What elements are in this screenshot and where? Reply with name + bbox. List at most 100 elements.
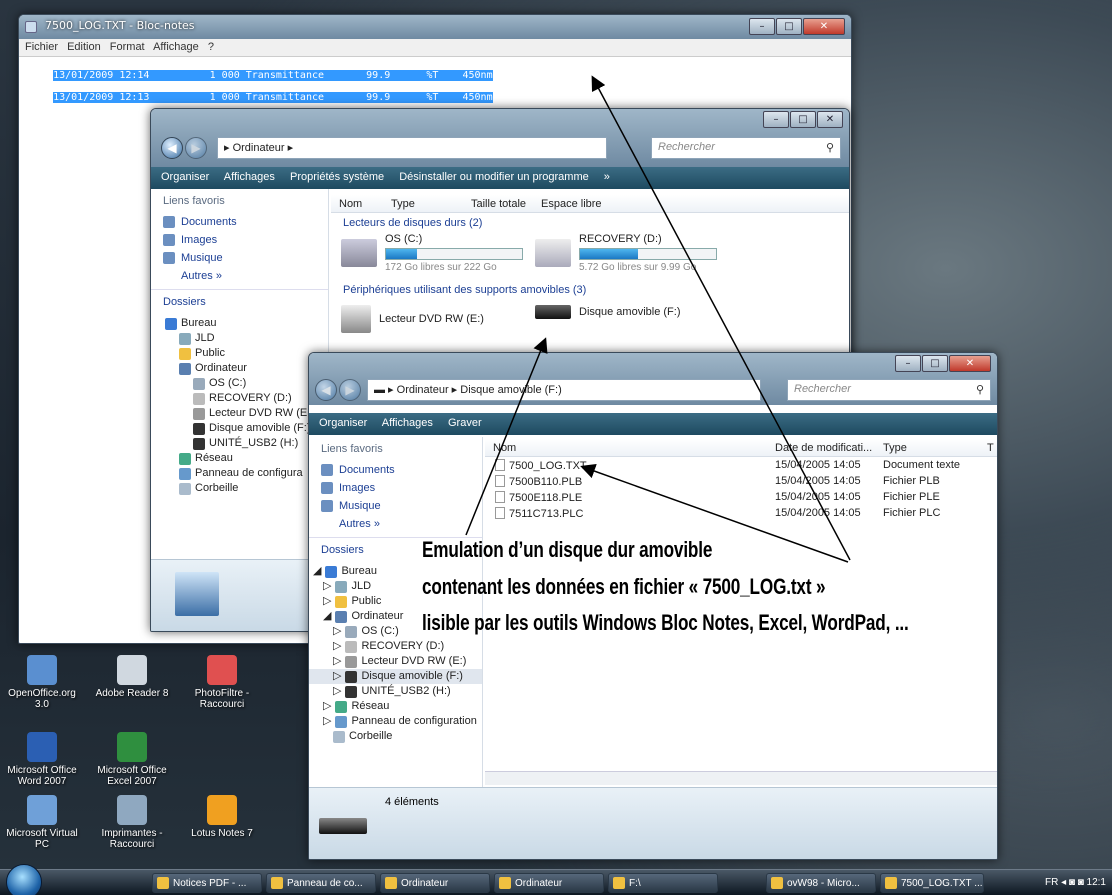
more-favorites[interactable]: Autres » (151, 267, 328, 285)
fav-musique[interactable]: Musique (309, 497, 482, 515)
group-removable[interactable]: Périphériques utilisant des supports amo… (343, 284, 586, 296)
tree-public[interactable]: Public (151, 346, 328, 361)
tree-bureau[interactable]: Bureau (151, 316, 328, 331)
fav-documents[interactable]: Documents (309, 461, 482, 479)
tree-corbeille[interactable]: Corbeille (151, 481, 328, 496)
affichages-button[interactable]: Affichages (224, 171, 275, 183)
search-input[interactable]: Rechercher ⚲ (787, 379, 991, 401)
taskbar-button[interactable]: Panneau de co... (266, 873, 376, 893)
desktop-icon-photofiltre[interactable]: PhotoFiltre - Raccourci (180, 655, 264, 710)
tree-ordinateur[interactable]: Ordinateur (151, 361, 328, 376)
start-button[interactable] (6, 864, 42, 895)
minimize-button[interactable]: – (763, 111, 789, 128)
tree-recovery-d[interactable]: ▷ RECOVERY (D:) (309, 639, 482, 654)
tree-dvd-e[interactable]: ▷ Lecteur DVD RW (E:) (309, 654, 482, 669)
address-bar[interactable]: ▸ Ordinateur ▸ (217, 137, 607, 159)
taskbar-button[interactable]: 7500_LOG.TXT ... (880, 873, 984, 893)
tree-panneau[interactable]: ▷ Panneau de configuration (309, 714, 482, 729)
taskbar-button[interactable]: Ordinateur (380, 873, 490, 893)
close-button[interactable]: ✕ (949, 355, 991, 372)
minimize-button[interactable]: – (749, 18, 775, 35)
language-indicator[interactable]: FR (1045, 877, 1058, 888)
tree-removable-f[interactable]: Disque amovible (F:) (151, 421, 328, 436)
tree-panneau[interactable]: Panneau de configura (151, 466, 328, 481)
tree-jld[interactable]: JLD (151, 331, 328, 346)
file-row[interactable]: 7500E118.PLE 15/04/2005 14:05 Fichier PL… (485, 491, 997, 507)
graver-button[interactable]: Graver (448, 417, 482, 429)
desinstaller-button[interactable]: Désinstaller ou modifier un programme (399, 171, 589, 183)
back-button[interactable]: ◀ (315, 379, 337, 401)
organiser-button[interactable]: Organiser (161, 171, 209, 183)
menu-fichier[interactable]: Fichier (25, 41, 58, 53)
group-hdd[interactable]: Lecteurs de disques durs (2) (343, 217, 482, 229)
tree-recovery-d[interactable]: RECOVERY (D:) (151, 391, 328, 406)
desktop-icon-adobe-reader[interactable]: Adobe Reader 8 (90, 655, 174, 699)
col-taille[interactable]: Taille totale (471, 198, 526, 210)
desktop-icon-excel[interactable]: Microsoft Office Excel 2007 (90, 732, 174, 787)
desktop-icon-virtual-pc[interactable]: Microsoft Virtual PC (0, 795, 84, 850)
drive-c[interactable]: OS (C:) 172 Go libres sur 222 Go (341, 233, 523, 273)
col-date[interactable]: Date de modificati... (775, 442, 872, 454)
notepad-titlebar[interactable]: 7500_LOG.TXT - Bloc-notes – □ ✕ (19, 15, 851, 39)
desktop-icon-word[interactable]: Microsoft Office Word 2007 (0, 732, 84, 787)
forward-button[interactable]: ▶ (185, 137, 207, 159)
proprietes-systeme-button[interactable]: Propriétés système (290, 171, 384, 183)
tree-usb2-h[interactable]: ▷ UNITÉ_USB2 (H:) (309, 684, 482, 699)
menu-format[interactable]: Format (110, 41, 145, 53)
tree-reseau[interactable]: ▷ Réseau (309, 699, 482, 714)
desktop-icon-lotus-notes[interactable]: Lotus Notes 7 (180, 795, 264, 839)
fav-images[interactable]: Images (151, 231, 328, 249)
control-panel-icon (179, 467, 191, 480)
fav-documents[interactable]: Documents (151, 213, 328, 231)
address-bar[interactable]: ▬ ▸ Ordinateur ▸ Disque amovible (F:) (367, 379, 761, 401)
desktop-icon-printers[interactable]: Imprimantes - Raccourci (90, 795, 174, 850)
taskbar-button[interactable]: ovW98 - Micro... (766, 873, 876, 893)
tree-corbeille[interactable]: Corbeille (309, 729, 482, 744)
minimize-button[interactable]: – (895, 355, 921, 372)
maximize-button[interactable]: □ (776, 18, 802, 35)
back-button[interactable]: ◀ (161, 137, 183, 159)
file-row[interactable]: 7500_LOG.TXT 15/04/2005 14:05 Document t… (485, 459, 997, 475)
tree-usb2-h[interactable]: UNITÉ_USB2 (H:) (151, 436, 328, 451)
fav-images[interactable]: Images (309, 479, 482, 497)
folders-header[interactable]: Dossiers (151, 289, 328, 314)
col-type[interactable]: Type (391, 198, 415, 210)
maximize-button[interactable]: □ (922, 355, 948, 372)
file-row[interactable]: 7500B110.PLB 15/04/2005 14:05 Fichier PL… (485, 475, 997, 491)
close-button[interactable]: ✕ (817, 111, 843, 128)
taskbar-button[interactable]: Ordinateur (494, 873, 604, 893)
annotation-line: lisible par les outils Windows Bloc Note… (422, 610, 909, 635)
drive-removable-f[interactable]: Disque amovible (F:) (535, 305, 680, 319)
drive-d[interactable]: RECOVERY (D:) 5.72 Go libres sur 9.99 Go (535, 233, 717, 273)
search-input[interactable]: Rechercher ⚲ (651, 137, 841, 159)
fav-musique[interactable]: Musique (151, 249, 328, 267)
drive-dvd-e[interactable]: Lecteur DVD RW (E:) (341, 305, 484, 333)
menu-help[interactable]: ? (208, 41, 214, 53)
menu-edition[interactable]: Edition (67, 41, 101, 53)
horizontal-scrollbar[interactable] (485, 771, 997, 785)
tree-removable-f[interactable]: ▷ Disque amovible (F:) (309, 669, 482, 684)
forward-button[interactable]: ▶ (339, 379, 361, 401)
col-taille[interactable]: T (987, 442, 994, 454)
desktop-icon-openoffice[interactable]: OpenOffice.org 3.0 (0, 655, 84, 710)
taskbar-button[interactable]: Notices PDF - ... (152, 873, 262, 893)
more-commands-button[interactable]: » (604, 171, 610, 183)
affichages-button[interactable]: Affichages (382, 417, 433, 429)
explorer-removable-window[interactable]: – □ ✕ ◀ ▶ ▬ ▸ Ordinateur ▸ Disque amovib… (308, 352, 998, 860)
tree-dvd-e[interactable]: Lecteur DVD RW (E:) (151, 406, 328, 421)
more-favorites[interactable]: Autres » (309, 515, 482, 533)
menu-affichage[interactable]: Affichage (153, 41, 199, 53)
tree-reseau[interactable]: Réseau (151, 451, 328, 466)
col-espace[interactable]: Espace libre (541, 198, 602, 210)
maximize-button[interactable]: □ (790, 111, 816, 128)
file-row[interactable]: 7511C713.PLC 15/04/2005 14:05 Fichier PL… (485, 507, 997, 523)
organiser-button[interactable]: Organiser (319, 417, 367, 429)
col-nom[interactable]: Nom (493, 442, 516, 454)
tree-os-c[interactable]: OS (C:) (151, 376, 328, 391)
col-type[interactable]: Type (883, 442, 907, 454)
col-nom[interactable]: Nom (339, 198, 362, 210)
taskbar-button[interactable]: F:\ (608, 873, 718, 893)
clock[interactable]: 12:1 (1087, 877, 1106, 888)
close-button[interactable]: ✕ (803, 18, 845, 35)
volume-icon[interactable]: ◂ ◙ ◙ (1061, 877, 1086, 888)
